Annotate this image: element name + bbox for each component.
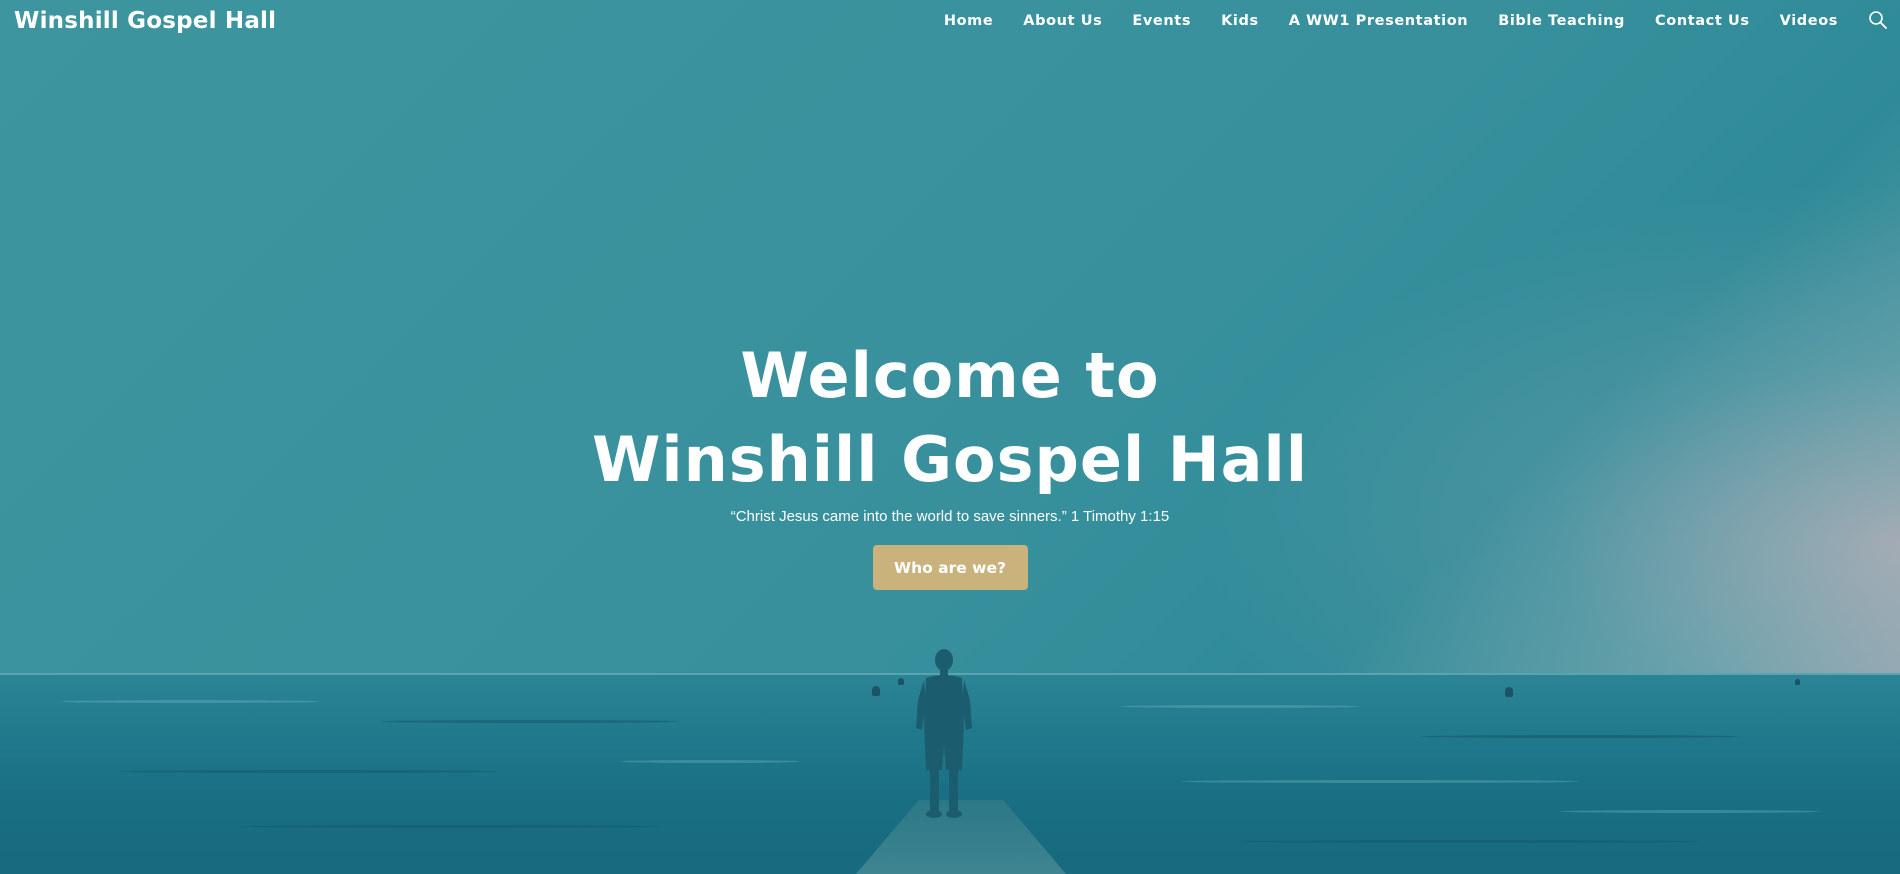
buoy xyxy=(872,686,880,696)
who-are-we-button[interactable]: Who are we? xyxy=(872,545,1028,590)
nav-item-ww1-presentation[interactable]: A WW1 Presentation xyxy=(1289,13,1469,29)
hero-section: Winshill Gospel Hall Home About Us Event… xyxy=(0,0,1900,874)
nav-item-events[interactable]: Events xyxy=(1132,13,1191,29)
hero-verse: “Christ Jesus came into the world to sav… xyxy=(730,508,1170,525)
hero-title: Welcome to Winshill Gospel Hall xyxy=(0,334,1900,502)
site-brand-link[interactable]: Winshill Gospel Hall xyxy=(14,8,276,34)
hero-title-line-2: Winshill Gospel Hall xyxy=(591,423,1309,496)
wave xyxy=(1180,780,1580,783)
top-navigation-bar: Winshill Gospel Hall Home About Us Event… xyxy=(0,0,1900,44)
wave xyxy=(240,825,660,828)
nav-item-videos[interactable]: Videos xyxy=(1780,13,1838,29)
nav-item-about-us[interactable]: About Us xyxy=(1023,13,1102,29)
search-icon xyxy=(1868,11,1888,34)
wave xyxy=(60,700,320,703)
wave xyxy=(1120,705,1360,708)
nav-item-bible-teaching[interactable]: Bible Teaching xyxy=(1498,13,1625,29)
search-button[interactable] xyxy=(1868,10,1888,30)
wave xyxy=(620,760,800,763)
buoy xyxy=(1505,687,1513,697)
wave xyxy=(1240,840,1700,843)
wave xyxy=(120,770,500,773)
wave xyxy=(380,720,680,723)
silhouette-figure xyxy=(912,648,976,820)
nav-item-kids[interactable]: Kids xyxy=(1221,13,1259,29)
wave xyxy=(1560,810,1820,813)
buoy xyxy=(1795,679,1800,685)
wave xyxy=(1420,735,1740,738)
hero-title-line-1: Welcome to xyxy=(740,339,1160,412)
nav-item-home[interactable]: Home xyxy=(944,13,993,29)
hero-content: Welcome to Winshill Gospel Hall “Christ … xyxy=(0,334,1900,590)
nav-item-contact-us[interactable]: Contact Us xyxy=(1655,13,1750,29)
buoy xyxy=(898,678,904,685)
main-menu: Home About Us Events Kids A WW1 Presenta… xyxy=(944,13,1838,29)
